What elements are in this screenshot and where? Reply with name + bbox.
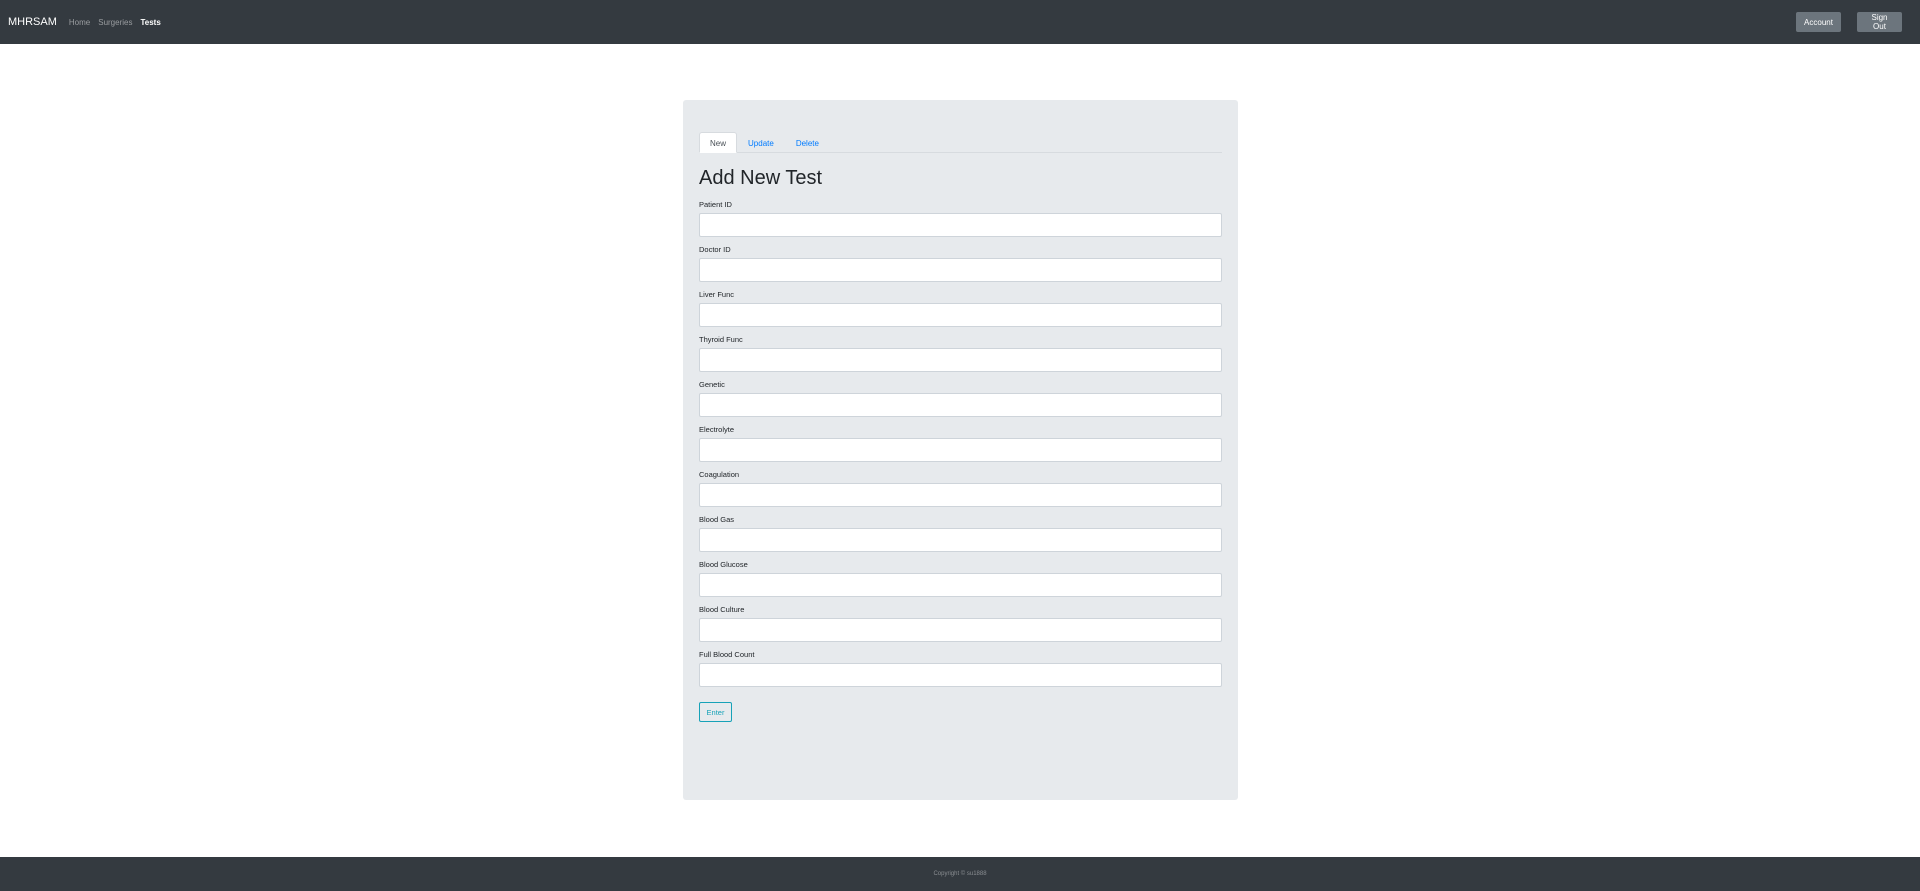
field-label: Blood Gas (699, 515, 735, 524)
liver-func-input[interactable] (699, 303, 1222, 327)
blood-culture-input[interactable] (699, 618, 1222, 642)
genetic-input[interactable] (699, 393, 1222, 417)
field-thyroid-func: Thyroid Func (699, 335, 1222, 372)
tab-update[interactable]: Update (737, 132, 785, 153)
field-full-blood-count: Full Blood Count (699, 650, 1222, 687)
field-label: Thyroid Func (699, 335, 743, 344)
nav-link-tests[interactable]: Tests (140, 18, 160, 27)
nav-actions: Account Sign Out (1780, 12, 1912, 32)
coagulation-input[interactable] (699, 483, 1222, 507)
tab-new[interactable]: New (699, 132, 738, 153)
doctor-id-input[interactable] (699, 258, 1222, 282)
top-navbar: MHRSAM Home Surgeries Tests Account Sign… (0, 0, 1920, 44)
field-label: Doctor ID (699, 245, 731, 254)
test-form-card: New Update Delete Add New Test Patient I… (683, 100, 1238, 800)
sign-out-button[interactable]: Sign Out (1857, 12, 1902, 32)
blood-glucose-input[interactable] (699, 573, 1222, 597)
field-blood-glucose: Blood Glucose (699, 560, 1222, 597)
field-label: Coagulation (699, 470, 740, 479)
form-tabs: New Update Delete (699, 132, 1222, 153)
account-button[interactable]: Account (1796, 12, 1841, 32)
field-blood-culture: Blood Culture (699, 605, 1222, 642)
field-label: Genetic (699, 380, 725, 389)
brand-logo[interactable]: MHRSAM (8, 16, 57, 28)
field-label: Electrolyte (699, 425, 735, 434)
thyroid-func-input[interactable] (699, 348, 1222, 372)
copyright-text: Copyright © su1888 (933, 871, 987, 877)
field-blood-gas: Blood Gas (699, 515, 1222, 552)
page-footer: Copyright © su1888 (0, 857, 1920, 891)
blood-gas-input[interactable] (699, 528, 1222, 552)
field-doctor-id: Doctor ID (699, 245, 1222, 282)
electrolyte-input[interactable] (699, 438, 1222, 462)
nav-link-home[interactable]: Home (69, 18, 90, 27)
field-label: Patient ID (699, 200, 732, 209)
full-blood-count-input[interactable] (699, 663, 1222, 687)
patient-id-input[interactable] (699, 213, 1222, 237)
field-patient-id: Patient ID (699, 200, 1222, 237)
field-electrolyte: Electrolyte (699, 425, 1222, 462)
enter-button[interactable]: Enter (699, 702, 732, 722)
form-title: Add New Test (699, 167, 823, 189)
field-liver-func: Liver Func (699, 290, 1222, 327)
tab-delete[interactable]: Delete (785, 132, 830, 153)
field-label: Blood Glucose (699, 560, 748, 569)
field-label: Liver Func (699, 290, 735, 299)
field-label: Blood Culture (699, 605, 745, 614)
field-coagulation: Coagulation (699, 470, 1222, 507)
nav-link-surgeries[interactable]: Surgeries (98, 18, 132, 27)
field-label: Full Blood Count (699, 650, 755, 659)
field-genetic: Genetic (699, 380, 1222, 417)
